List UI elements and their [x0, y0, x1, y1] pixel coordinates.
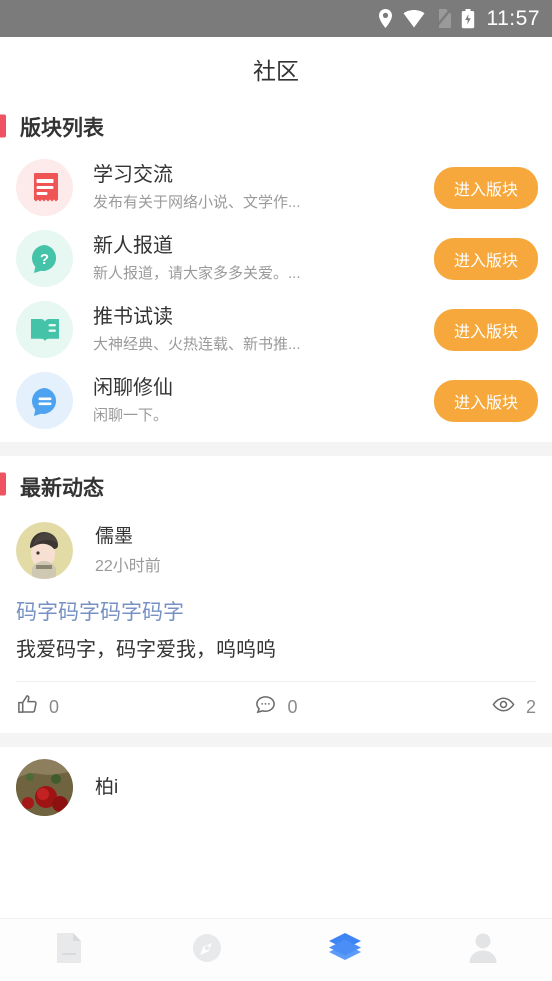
board-row[interactable]: 推书试读 大神经典、火热连载、新书推... 进入版块 [0, 294, 552, 365]
board-name: 学习交流 [93, 163, 173, 186]
feed-section-title: 最新动态 [20, 477, 104, 500]
board-section-header: 版块列表 [0, 100, 552, 152]
app-title-bar: 社区 [0, 37, 552, 100]
post-meta: 柏i [95, 776, 118, 801]
like-count: 0 [49, 696, 60, 717]
nav-item-community[interactable] [276, 919, 414, 981]
board-text-block: 新人报道 新人报道，请大家多多关爱。... [93, 233, 434, 284]
scroll-container[interactable]: 社区 版块列表 学习交流 发布有关于网络小说、文学作... 进入版块 ? 新人报… [0, 37, 552, 918]
post-meta: 儒墨 22小时前 [95, 525, 161, 577]
nav-item-profile[interactable] [414, 919, 552, 981]
board-text-block: 闲聊修仙 闲聊一下。 [93, 375, 434, 426]
feed-post[interactable]: 儒墨 22小时前 码字码字码字码字 我爱码字，码字爱我，呜呜呜 0 0 2 [0, 512, 552, 733]
nav-item-bookshelf[interactable] [0, 919, 138, 981]
board-row[interactable]: 闲聊修仙 闲聊一下。 进入版块 [0, 365, 552, 436]
page-title: 社区 [253, 57, 299, 84]
board-desc: 发布有关于网络小说、文学作... [93, 193, 301, 211]
post-timestamp: 22小时前 [95, 558, 161, 576]
section-accent-bar [0, 114, 6, 138]
avatar[interactable] [16, 522, 73, 579]
board-desc: 大神经典、火热连载、新书推... [93, 335, 301, 353]
comment-count: 0 [287, 696, 298, 717]
like-action[interactable]: 0 [16, 693, 189, 721]
chat-bubble-icon [16, 372, 73, 429]
avatar[interactable] [16, 759, 73, 817]
board-text-block: 学习交流 发布有关于网络小说、文学作... [93, 162, 434, 213]
board-row[interactable]: ? 新人报道 新人报道，请大家多多关爱。... 进入版块 [0, 223, 552, 294]
question-bubble-icon: ? [16, 230, 73, 287]
post-body: 我爱码字，码字爱我，呜呜呜 [16, 639, 276, 662]
enter-board-button[interactable]: 进入版块 [433, 379, 538, 422]
nav-item-discover[interactable] [138, 919, 276, 981]
comment-bubble-icon [254, 693, 277, 721]
view-action: 2 [363, 693, 536, 721]
board-text-block: 推书试读 大神经典、火热连载、新书推... [93, 304, 434, 355]
battery-charging-icon [461, 8, 475, 29]
bookshelf-icon [54, 932, 84, 969]
status-bar: 11:57 [0, 0, 552, 37]
board-row[interactable]: 学习交流 发布有关于网络小说、文学作... 进入版块 [0, 152, 552, 223]
board-desc: 闲聊一下。 [93, 406, 169, 424]
board-desc: 新人报道，请大家多多关爱。... [93, 264, 301, 282]
comment-action[interactable]: 0 [189, 693, 362, 721]
post-username[interactable]: 柏i [95, 776, 118, 801]
eye-icon [491, 693, 516, 721]
section-divider [0, 442, 552, 456]
post-header: 柏i [16, 747, 536, 822]
enter-board-button[interactable]: 进入版块 [433, 308, 538, 351]
board-list: 学习交流 发布有关于网络小说、文学作... 进入版块 ? 新人报道 新人报道，请… [0, 152, 552, 442]
feed-section-header: 最新动态 [0, 456, 552, 512]
person-icon [468, 932, 498, 969]
feed-post[interactable]: 柏i [0, 747, 552, 822]
status-bar-time: 11:57 [486, 6, 540, 30]
board-name: 推书试读 [93, 305, 173, 328]
board-name: 新人报道 [93, 234, 173, 257]
view-count: 2 [525, 696, 536, 717]
bottom-navigation [0, 918, 552, 981]
section-accent-bar [0, 472, 6, 496]
enter-board-button[interactable]: 进入版块 [433, 237, 538, 280]
svg-text:?: ? [39, 251, 48, 268]
location-pin-icon [378, 9, 393, 28]
post-divider [0, 733, 552, 748]
board-section-title: 版块列表 [20, 117, 104, 140]
board-name: 闲聊修仙 [93, 376, 173, 399]
post-title[interactable]: 码字码字码字码字 [16, 599, 536, 627]
compass-icon [191, 932, 223, 969]
post-header: 儒墨 22小时前 [16, 512, 536, 585]
sim-card-off-icon [434, 9, 451, 28]
layers-icon [327, 931, 363, 970]
post-username[interactable]: 儒墨 [95, 525, 161, 550]
post-actions: 0 0 2 [16, 681, 536, 733]
thumbs-up-icon [16, 693, 39, 721]
enter-board-button[interactable]: 进入版块 [433, 166, 538, 209]
wifi-icon [403, 9, 425, 28]
open-book-icon [16, 301, 73, 358]
document-icon [16, 159, 73, 216]
